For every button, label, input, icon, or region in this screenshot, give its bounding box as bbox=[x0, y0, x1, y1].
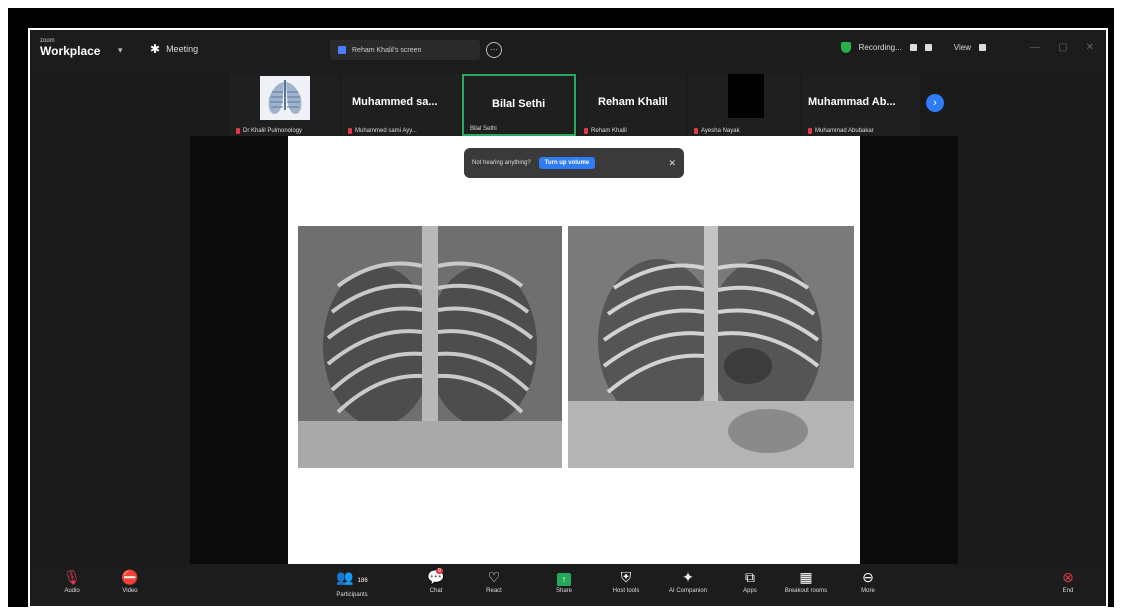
participant-strip: Dr Khalil Pulmonology Muhammed sa... Muh… bbox=[30, 74, 1106, 136]
screen-share-icon bbox=[338, 46, 346, 54]
minimize-icon[interactable]: — bbox=[1030, 42, 1040, 53]
screen-share-tab[interactable]: Reham Khalil's screen bbox=[330, 40, 480, 60]
turn-up-volume-button[interactable]: Turn up volume bbox=[538, 157, 596, 169]
brand-name: Workplace bbox=[40, 44, 101, 58]
participant-tile[interactable]: Dr Khalil Pulmonology bbox=[230, 74, 340, 136]
participant-label: Dr Khalil Pulmonology bbox=[236, 128, 302, 134]
mic-off-icon bbox=[348, 128, 352, 134]
meeting-label: Meeting bbox=[166, 44, 199, 54]
more-icon: ⊖ bbox=[862, 569, 874, 585]
zoom-window: zoom Workplace ▾ ✱ Meeting Reham Khalil'… bbox=[28, 28, 1108, 608]
chest-xray-image-left bbox=[298, 226, 562, 468]
mic-off-icon bbox=[584, 128, 588, 134]
audio-toast: Not hearing anything? Turn up volume ✕ bbox=[464, 148, 684, 178]
top-bar: zoom Workplace ▾ ✱ Meeting Reham Khalil'… bbox=[30, 30, 1106, 74]
stop-recording-icon[interactable] bbox=[924, 44, 932, 51]
screenshot-frame: zoom Workplace ▾ ✱ Meeting Reham Khalil'… bbox=[8, 8, 1114, 608]
participants-button[interactable]: 👥 186 Participants bbox=[322, 568, 382, 598]
screen-share-label: Reham Khalil's screen bbox=[352, 46, 422, 54]
participant-name: Muhammed sa... bbox=[352, 96, 438, 108]
heart-icon: ♡ bbox=[487, 569, 501, 585]
apps-icon: ⧉ bbox=[745, 569, 755, 585]
chevron-right-icon: › bbox=[933, 97, 937, 109]
shield-icon[interactable] bbox=[840, 42, 851, 53]
share-screen-icon: ↑ bbox=[557, 573, 571, 586]
react-button[interactable]: ♡ React bbox=[464, 568, 524, 594]
mic-off-icon bbox=[236, 128, 240, 134]
participant-tile-active-speaker[interactable]: Bilal Sethi Bilal Sethi bbox=[462, 74, 576, 136]
apps-button[interactable]: ⧉ Apps bbox=[720, 568, 780, 594]
maximize-icon[interactable]: ▢ bbox=[1058, 42, 1067, 53]
audio-button[interactable]: 🎙 Audio bbox=[42, 568, 102, 594]
participant-label: Bilal Sethi bbox=[470, 126, 497, 132]
next-participants-button[interactable]: › bbox=[926, 94, 944, 112]
share-button[interactable]: ↑ Share bbox=[534, 568, 594, 594]
close-icon[interactable]: ✕ bbox=[668, 158, 676, 169]
window-controls: — ▢ ✕ bbox=[1030, 42, 1094, 53]
view-icon bbox=[979, 44, 986, 51]
participant-label: Ayesha Nayak bbox=[694, 128, 740, 134]
mic-off-icon bbox=[808, 128, 812, 134]
chest-xray-image-right bbox=[568, 226, 854, 468]
shield-icon: ⛨ bbox=[620, 569, 632, 585]
meeting-icon: ✱ bbox=[150, 42, 161, 56]
more-options-icon[interactable]: ⋯ bbox=[486, 42, 502, 58]
chat-badge: 9 bbox=[436, 568, 443, 574]
participant-tile[interactable]: Muhammed sa... Muhammed sami Ayy... bbox=[342, 74, 460, 136]
host-tools-button[interactable]: ⛨ Host tools bbox=[596, 568, 656, 594]
participant-name: Muhammad Ab... bbox=[808, 96, 896, 108]
meeting-toolbar: 🎙 Audio ⛔ Video 👥 186 Participants 💬 9 Chat ♡… bbox=[30, 564, 1106, 606]
close-window-icon[interactable]: ✕ bbox=[1086, 42, 1094, 53]
brand-logo: zoom Workplace bbox=[40, 38, 100, 58]
grid-icon: ▦ bbox=[799, 569, 813, 585]
participant-video bbox=[728, 74, 764, 118]
participant-tile[interactable]: Reham Khalil Reham Khalil bbox=[578, 74, 686, 136]
participant-label: Reham Khalil bbox=[584, 128, 627, 134]
participant-label: Muhammed sami Ayy... bbox=[348, 128, 417, 134]
lungs-avatar-icon bbox=[260, 76, 310, 120]
presentation-slide: Not hearing anything? Turn up volume ✕ bbox=[288, 136, 860, 568]
view-button[interactable]: View bbox=[954, 43, 971, 52]
breakout-rooms-button[interactable]: ▦ Breakout rooms bbox=[776, 568, 836, 594]
sparkle-icon: ✦ bbox=[682, 569, 694, 585]
chevron-down-icon[interactable]: ▾ bbox=[118, 45, 123, 56]
recording-status[interactable]: Recording... bbox=[859, 43, 902, 52]
participant-tile[interactable]: Ayesha Nayak bbox=[688, 74, 800, 136]
participant-label: Muhammad Abubakar bbox=[808, 128, 874, 134]
participant-name: Reham Khalil bbox=[598, 96, 668, 108]
status-controls: Recording... View bbox=[840, 42, 986, 53]
participant-name: Bilal Sethi bbox=[492, 98, 546, 110]
ai-companion-button[interactable]: ✦ AI Companion bbox=[658, 568, 718, 594]
meeting-menu[interactable]: ✱ Meeting bbox=[150, 42, 198, 56]
participants-icon: 👥 186 bbox=[336, 569, 368, 585]
microphone-muted-icon: 🎙 bbox=[63, 569, 81, 585]
mic-off-icon bbox=[694, 128, 698, 134]
end-button[interactable]: ⊗ End bbox=[1038, 568, 1098, 594]
chat-button[interactable]: 💬 9 Chat bbox=[406, 568, 466, 594]
end-call-icon: ⊗ bbox=[1062, 569, 1074, 585]
camera-off-icon: ⛔ bbox=[121, 569, 139, 585]
video-button[interactable]: ⛔ Video bbox=[100, 568, 160, 594]
more-button[interactable]: ⊖ More bbox=[838, 568, 898, 594]
toast-text: Not hearing anything? bbox=[472, 160, 531, 166]
participants-count: 186 bbox=[357, 578, 368, 584]
participant-tile[interactable]: Muhammad Ab... Muhammad Abubakar bbox=[802, 74, 920, 136]
shared-screen: Not hearing anything? Turn up volume ✕ bbox=[190, 136, 958, 568]
pause-recording-icon[interactable] bbox=[909, 44, 917, 51]
